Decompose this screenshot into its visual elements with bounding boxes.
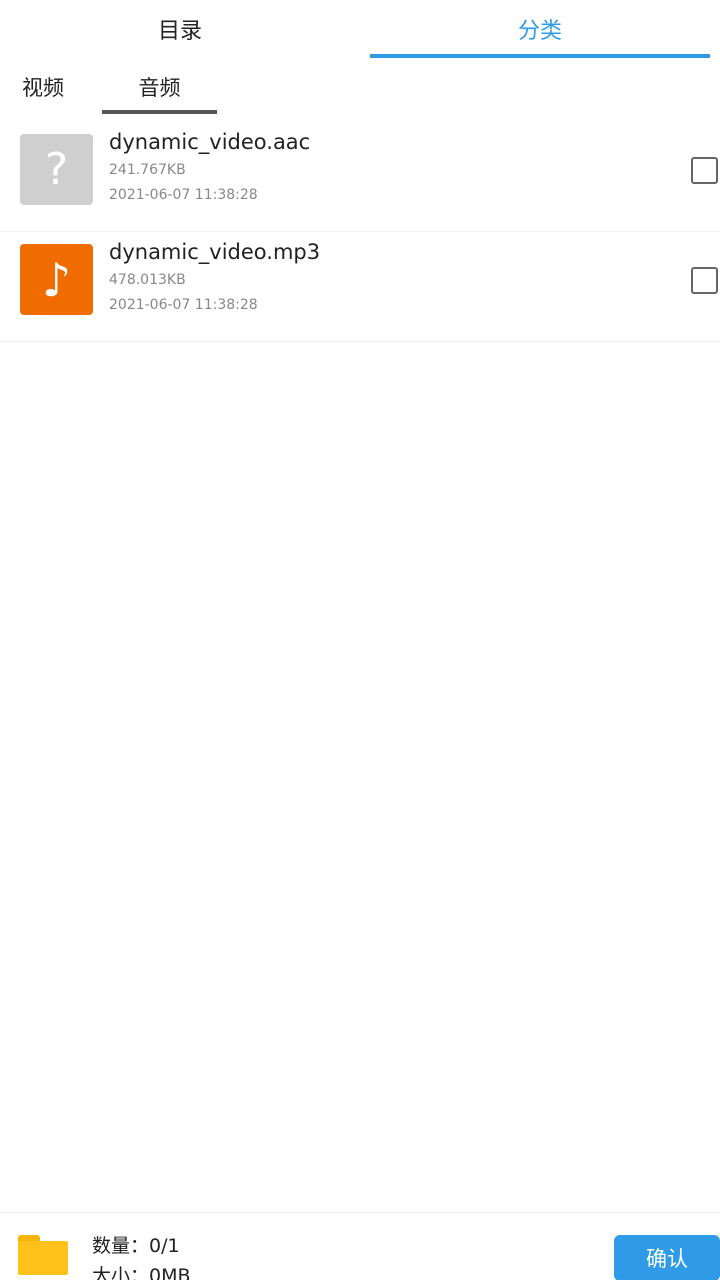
file-list: ? dynamic_video.aac 241.767KB 2021-06-07…	[0, 122, 720, 342]
folder-icon-body	[18, 1241, 68, 1275]
file-size: 478.013KB	[109, 272, 186, 288]
file-date: 2021-06-07 11:38:28	[109, 297, 258, 313]
music-note-icon: ♪	[20, 244, 93, 315]
file-date: 2021-06-07 11:38:28	[109, 187, 258, 203]
list-item[interactable]: ♪ dynamic_video.mp3 478.013KB 2021-06-07…	[0, 232, 720, 342]
list-item[interactable]: ? dynamic_video.aac 241.767KB 2021-06-07…	[0, 122, 720, 232]
sub-tab-bar: 视频 音频	[0, 62, 720, 118]
selected-size: 大小：0MB	[92, 1265, 191, 1280]
file-name: dynamic_video.aac	[109, 130, 311, 154]
sub-tab-video[interactable]: 视频	[22, 62, 72, 118]
file-size: 241.767KB	[109, 162, 186, 178]
bottom-bar: 数量：0/1 大小：0MB 确认	[0, 1212, 720, 1280]
select-checkbox[interactable]	[691, 267, 718, 294]
file-name: dynamic_video.mp3	[109, 240, 321, 264]
confirm-button[interactable]: 确认	[614, 1235, 720, 1280]
tab-category[interactable]: 分类	[360, 0, 720, 62]
top-tab-bar: 目录 分类	[0, 0, 720, 62]
selected-count: 数量：0/1	[92, 1235, 180, 1257]
select-checkbox[interactable]	[691, 157, 718, 184]
sub-tab-audio[interactable]: 音频	[102, 62, 217, 118]
tab-directory[interactable]: 目录	[0, 0, 360, 62]
file-picker-screen: 目录 分类 视频 音频 ? dynamic_video.aac 241.767K…	[0, 0, 720, 1280]
unknown-file-icon: ?	[20, 134, 93, 205]
folder-icon	[18, 1235, 68, 1275]
